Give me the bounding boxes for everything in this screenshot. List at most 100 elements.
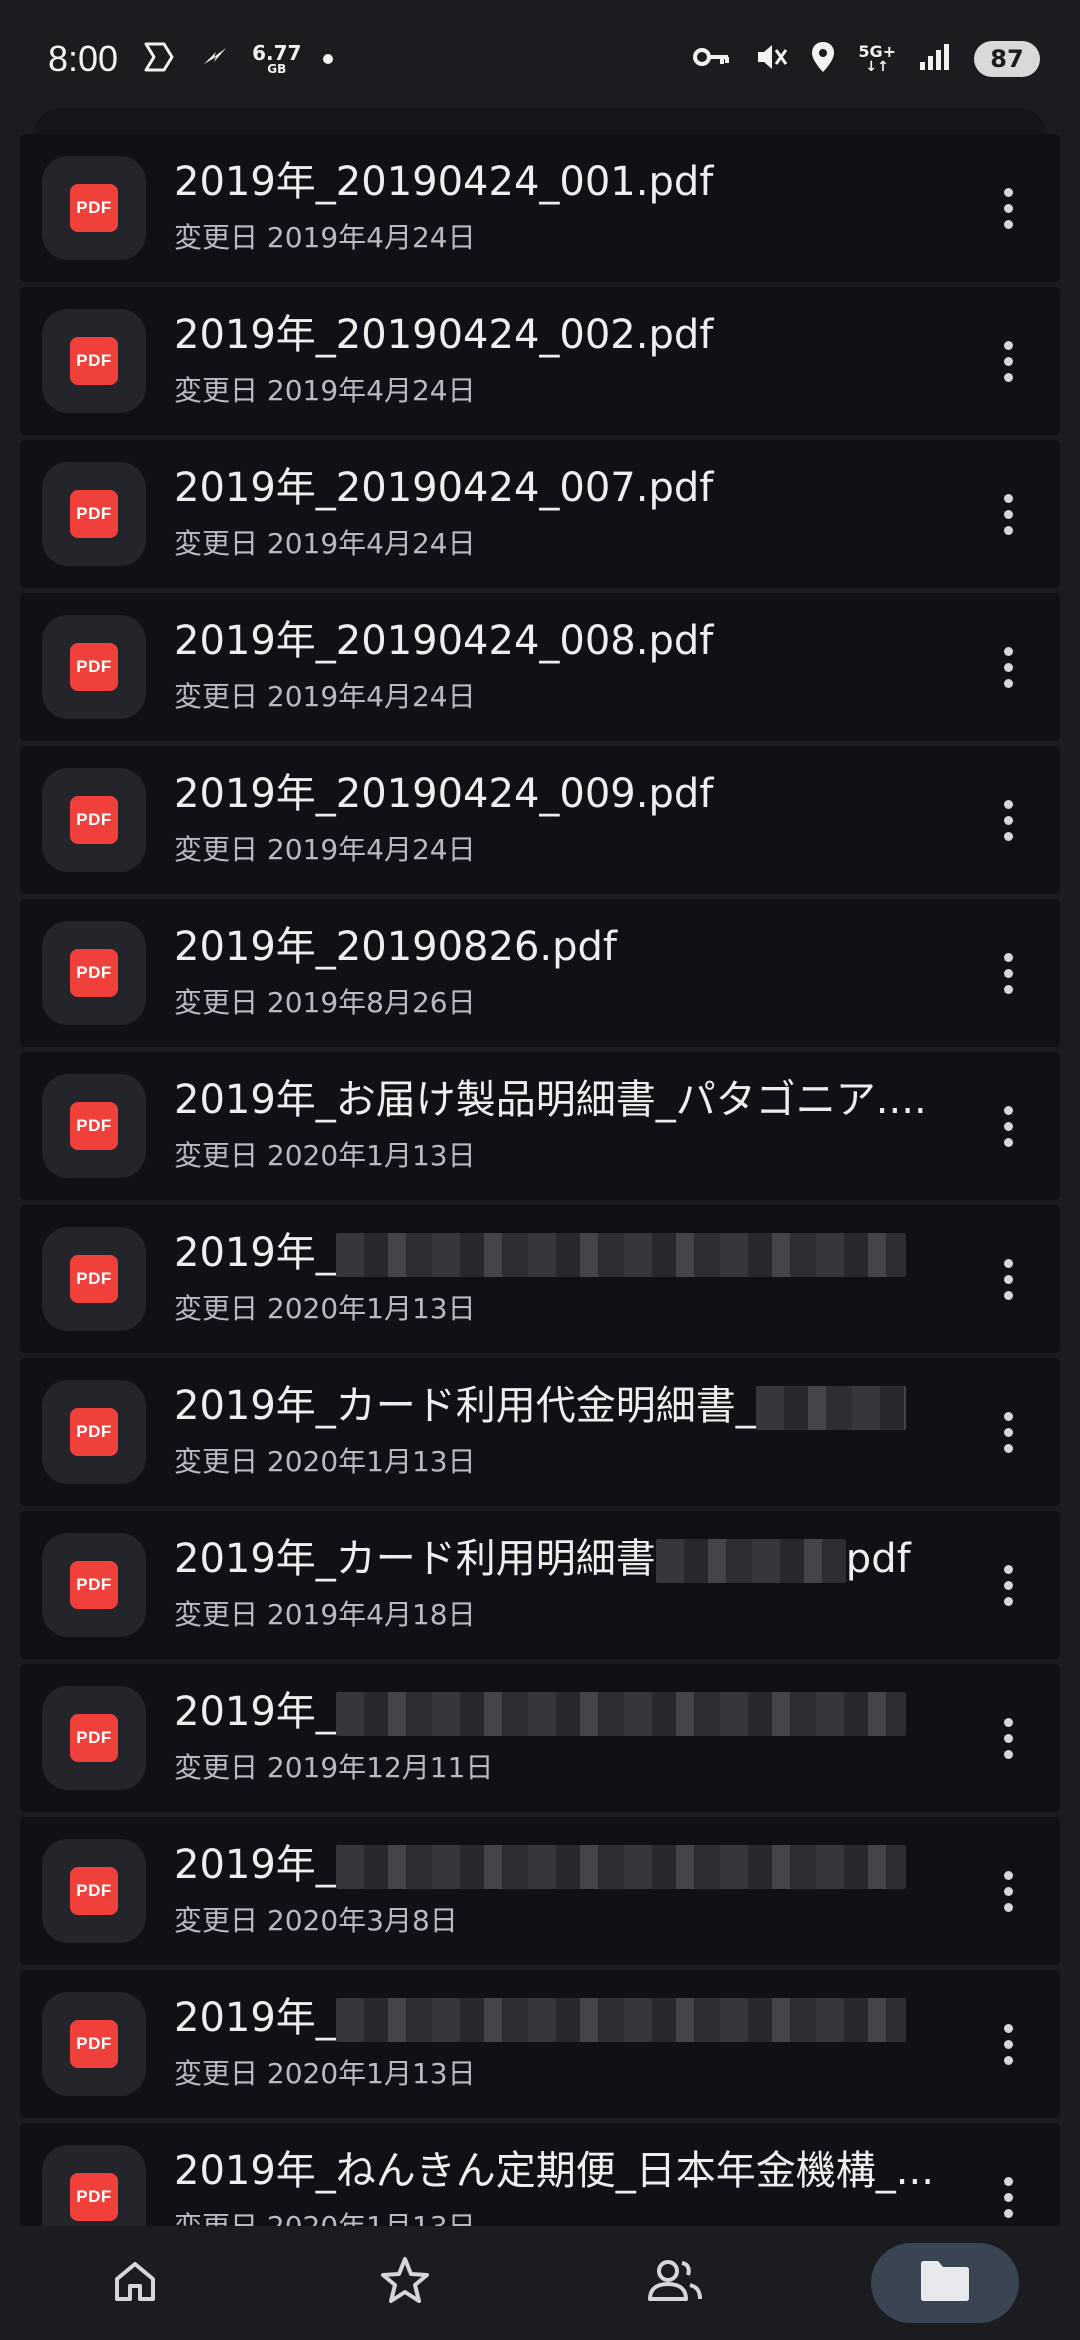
- file-name-text: 2019年_20190424_007.pdf: [174, 465, 714, 511]
- pdf-badge: PDF: [70, 1102, 118, 1150]
- file-name-text: 2019年_カード利用代金明細書_: [174, 1383, 756, 1429]
- file-modified-date: 変更日 2020年1月13日: [174, 1139, 476, 1172]
- network-type: 5G+ ↓↑: [858, 42, 896, 75]
- file-name-text: 2019年_20190424_001.pdf: [174, 159, 714, 205]
- more-options-icon[interactable]: [978, 1555, 1038, 1615]
- file-row[interactable]: PDF 2019年_ 変更日 2019年12月11日: [20, 1664, 1060, 1812]
- more-options-icon[interactable]: [978, 1402, 1038, 1462]
- file-name: 2019年_カード利用代金明細書_: [174, 1380, 934, 1432]
- file-row[interactable]: PDF 2019年_お届け製品明細書_パタゴニア.... 変更日 2020年1月13…: [20, 1052, 1060, 1200]
- pdf-file-icon: PDF: [42, 2145, 146, 2226]
- file-name-text: 2019年_お届け製品明細書_パタゴニア....: [174, 1077, 927, 1123]
- file-modified-date: 変更日 2019年12月11日: [174, 1751, 494, 1784]
- pdf-file-icon: PDF: [42, 156, 146, 260]
- mute-icon: [754, 40, 788, 78]
- more-options-icon[interactable]: [978, 790, 1038, 850]
- pdf-file-icon: PDF: [42, 921, 146, 1025]
- more-options-icon[interactable]: [978, 1249, 1038, 1309]
- list-top-edge: [34, 108, 1046, 134]
- file-name: 2019年_20190424_009.pdf: [174, 768, 934, 820]
- more-options-icon[interactable]: [978, 943, 1038, 1003]
- file-name: 2019年_ねんきん定期便_日本年金機構_...: [174, 2145, 934, 2197]
- file-name: 2019年_20190826.pdf: [174, 921, 934, 973]
- file-name-text: 2019年_20190424_009.pdf: [174, 771, 714, 817]
- file-row[interactable]: PDF 2019年_ 変更日 2020年1月13日: [20, 1205, 1060, 1353]
- more-options-icon[interactable]: [978, 1861, 1038, 1921]
- file-modified-date: 変更日 2020年1月13日: [174, 1292, 476, 1325]
- file-modified-date: 変更日 2020年1月13日: [174, 1445, 476, 1478]
- file-row[interactable]: PDF 2019年_20190424_001.pdf 変更日 2019年4月24日: [20, 134, 1060, 282]
- more-options-icon[interactable]: [978, 178, 1038, 238]
- pdf-file-icon: PDF: [42, 768, 146, 872]
- file-name-text: 2019年_ねんきん定期便_日本年金機構_...: [174, 2148, 934, 2194]
- notification-dot-icon: [323, 54, 334, 64]
- file-row[interactable]: PDF 2019年_20190424_009.pdf 変更日 2019年4月24日: [20, 746, 1060, 894]
- pdf-badge: PDF: [70, 184, 118, 232]
- nav-files[interactable]: [810, 2226, 1080, 2340]
- file-row[interactable]: PDF 2019年_カード利用代金明細書_ 変更日 2020年1月13日: [20, 1358, 1060, 1506]
- status-bar: 8:00 6.77 GB 5G+ ↓↑ 87: [0, 0, 1080, 118]
- battery-indicator: 87: [974, 41, 1040, 77]
- pdf-badge: PDF: [70, 796, 118, 844]
- file-row[interactable]: PDF 2019年_20190424_008.pdf 変更日 2019年4月24日: [20, 593, 1060, 741]
- file-name: 2019年_20190424_001.pdf: [174, 156, 934, 208]
- file-modified-date: 変更日 2019年4月24日: [174, 680, 476, 713]
- more-options-icon[interactable]: [978, 1096, 1038, 1156]
- app-icon: [140, 38, 178, 80]
- shared-people-icon: [644, 2255, 706, 2311]
- file-modified-date: 変更日 2020年1月13日: [174, 2057, 476, 2090]
- pdf-file-icon: PDF: [42, 1533, 146, 1637]
- file-name: 2019年_カード利用明細書 pdf: [174, 1533, 934, 1585]
- file-row[interactable]: PDF 2019年_20190826.pdf 変更日 2019年8月26日: [20, 899, 1060, 1047]
- pdf-badge: PDF: [70, 1255, 118, 1303]
- nav-starred[interactable]: [270, 2226, 540, 2340]
- more-options-icon[interactable]: [978, 1708, 1038, 1768]
- home-icon: [109, 2255, 161, 2311]
- file-row[interactable]: PDF 2019年_ 変更日 2020年1月13日: [20, 1970, 1060, 2118]
- file-row[interactable]: PDF 2019年_ 変更日 2020年3月8日: [20, 1817, 1060, 1965]
- active-nav-pill: [871, 2243, 1019, 2323]
- data-usage: 6.77 GB: [252, 41, 302, 76]
- redacted-text: [655, 1539, 846, 1583]
- pdf-file-icon: PDF: [42, 1839, 146, 1943]
- file-name-text: 2019年_: [174, 1230, 336, 1276]
- pdf-badge: PDF: [70, 2020, 118, 2068]
- bottom-navigation: [0, 2226, 1080, 2340]
- file-row[interactable]: PDF 2019年_カード利用明細書 pdf 変更日 2019年4月18日: [20, 1511, 1060, 1659]
- redacted-text: [335, 1845, 906, 1889]
- pdf-badge: PDF: [70, 2173, 118, 2221]
- more-options-icon[interactable]: [978, 331, 1038, 391]
- redacted-text: [335, 1692, 906, 1736]
- file-modified-date: 変更日 2019年8月26日: [174, 986, 476, 1019]
- pdf-file-icon: PDF: [42, 309, 146, 413]
- file-name: 2019年_20190424_008.pdf: [174, 615, 934, 667]
- file-row[interactable]: PDF 2019年_20190424_007.pdf 変更日 2019年4月24日: [20, 440, 1060, 588]
- pdf-file-icon: PDF: [42, 615, 146, 719]
- redacted-text: [755, 1386, 906, 1430]
- pdf-file-icon: PDF: [42, 1992, 146, 2096]
- more-options-icon[interactable]: [978, 2014, 1038, 2074]
- pdf-badge: PDF: [70, 490, 118, 538]
- file-row[interactable]: PDF 2019年_ねんきん定期便_日本年金機構_... 変更日 2020年1月13…: [20, 2123, 1060, 2226]
- file-name-suffix: pdf: [845, 1536, 911, 1582]
- pdf-file-icon: PDF: [42, 1686, 146, 1790]
- file-modified-date: 変更日 2020年3月8日: [174, 1904, 458, 1937]
- more-options-icon[interactable]: [978, 2167, 1038, 2226]
- redacted-text: [335, 1233, 906, 1277]
- nav-home[interactable]: [0, 2226, 270, 2340]
- file-name: 2019年_20190424_007.pdf: [174, 462, 934, 514]
- file-row[interactable]: PDF 2019年_20190424_002.pdf 変更日 2019年4月24日: [20, 287, 1060, 435]
- pdf-badge: PDF: [70, 1867, 118, 1915]
- file-modified-date: 変更日 2020年1月13日: [174, 2209, 476, 2226]
- file-name-text: 2019年_20190424_002.pdf: [174, 312, 714, 358]
- signal-icon: [918, 42, 952, 76]
- more-options-icon[interactable]: [978, 484, 1038, 544]
- file-name: 2019年_: [174, 1227, 934, 1279]
- file-name-text: 2019年_: [174, 1995, 336, 2041]
- pdf-badge: PDF: [70, 1408, 118, 1456]
- file-list[interactable]: PDF 2019年_20190424_001.pdf 変更日 2019年4月24日 P…: [20, 108, 1060, 2226]
- file-name: 2019年_お届け製品明細書_パタゴニア....: [174, 1074, 934, 1126]
- nav-shared[interactable]: [540, 2226, 810, 2340]
- file-name: 2019年_: [174, 1839, 934, 1891]
- more-options-icon[interactable]: [978, 637, 1038, 697]
